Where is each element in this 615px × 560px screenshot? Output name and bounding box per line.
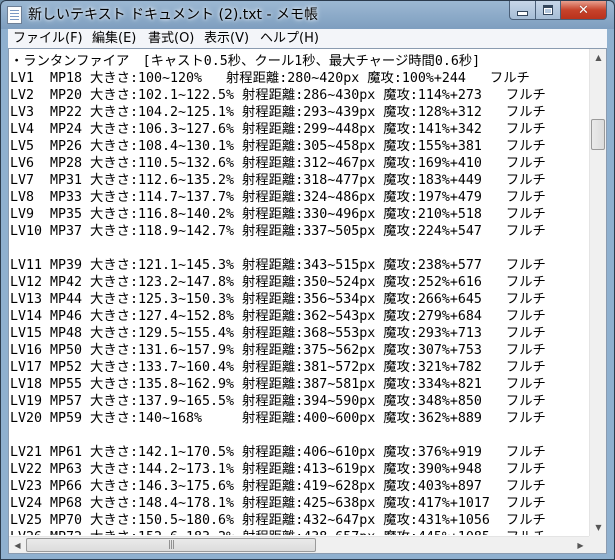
close-button[interactable]: ✕ [560,1,607,20]
menu-bar: ファイル(F) 編集(E) 書式(O) 表示(V) ヘルプ(H) [8,29,607,49]
maximize-icon [543,5,553,15]
text-line: LV14 MP46 大きさ:127.4~152.8% 射程距離:362~543p… [10,309,546,324]
scroll-left-arrow-icon[interactable]: ◀ [9,537,26,554]
text-line: LV22 MP63 大きさ:144.2~173.1% 射程距離:413~619p… [10,462,546,477]
text-line: LV18 MP55 大きさ:135.8~162.9% 射程距離:387~581p… [10,377,546,392]
text-line: ・ランタンファイア [キャスト0.5秒、クール1秒、最大チャージ時間0.6秒] [10,54,481,69]
scroll-right-arrow-icon[interactable]: ▶ [572,537,589,554]
minimize-button[interactable] [509,1,536,20]
text-line: LV23 MP66 大きさ:146.3~175.6% 射程距離:419~628p… [10,479,546,494]
notepad-icon[interactable] [7,6,22,24]
menu-edit[interactable]: 編集(E) [92,29,136,48]
window-title: 新しいテキスト ドキュメント (2).txt - メモ帳 [28,7,318,23]
text-line: LV1 MP18 大きさ:100~120% 射程距離:280~420px 魔攻:… [10,71,530,86]
text-line: LV8 MP33 大きさ:114.7~137.7% 射程距離:324~486px… [10,190,546,205]
text-line: LV6 MP28 大きさ:110.5~132.6% 射程距離:312~467px… [10,156,546,171]
vertical-scrollbar[interactable]: ▲ ▼ [589,49,606,536]
text-line: LV12 MP42 大きさ:123.2~147.8% 射程距離:350~524p… [10,275,546,290]
close-icon: ✕ [578,2,589,18]
horizontal-scroll-thumb[interactable]: ||| [26,538,316,552]
text-line: LV2 MP20 大きさ:102.1~122.5% 射程距離:286~430px… [10,88,546,103]
text-line: LV3 MP22 大きさ:104.2~125.1% 射程距離:293~439px… [10,105,546,120]
text-line: LV16 MP50 大きさ:131.6~157.9% 射程距離:375~562p… [10,343,546,358]
notepad-window: 新しいテキスト ドキュメント (2).txt - メモ帳 ✕ ファイル(F) 編… [0,0,615,560]
scroll-up-arrow-icon[interactable]: ▲ [590,49,607,66]
text-line: LV17 MP52 大きさ:133.7~160.4% 射程距離:381~572p… [10,360,546,375]
text-line: LV7 MP31 大きさ:112.6~135.2% 射程距離:318~477px… [10,173,546,188]
text-line: LV4 MP24 大きさ:106.3~127.6% 射程距離:299~448px… [10,122,546,137]
text-line: LV5 MP26 大きさ:108.4~130.1% 射程距離:305~458px… [10,139,546,154]
text-area[interactable]: ・ランタンファイア [キャスト0.5秒、クール1秒、最大チャージ時間0.6秒] L… [9,49,589,535]
text-line: LV10 MP37 大きさ:118.9~142.7% 射程距離:337~505p… [10,224,546,239]
text-line: LV26 MP72 大きさ:152.6~183.2% 射程距離:438~657p… [10,529,546,535]
scroll-down-arrow-icon[interactable]: ▼ [590,519,607,536]
menu-file[interactable]: ファイル(F) [13,29,83,48]
text-line: LV9 MP35 大きさ:116.8~140.2% 射程距離:330~496px… [10,207,546,222]
vertical-scroll-thumb[interactable] [591,119,605,150]
text-line: LV13 MP44 大きさ:125.3~150.3% 射程距離:356~534p… [10,292,546,307]
title-bar[interactable]: 新しいテキスト ドキュメント (2).txt - メモ帳 ✕ [1,1,614,29]
horizontal-scrollbar[interactable]: ◀ ||| ▶ [9,536,589,553]
text-line: LV20 MP59 大きさ:140~168% 射程距離:400~600px 魔攻… [10,411,546,426]
text-line: LV15 MP48 大きさ:129.5~155.4% 射程距離:368~553p… [10,326,546,341]
text-editor[interactable]: ・ランタンファイア [キャスト0.5秒、クール1秒、最大チャージ時間0.6秒] L… [8,48,607,554]
text-line: LV11 MP39 大きさ:121.1~145.3% 射程距離:343~515p… [10,258,546,273]
text-line: LV25 MP70 大きさ:150.5~180.6% 射程距離:432~647p… [10,513,546,528]
menu-format[interactable]: 書式(O) [148,29,194,48]
menu-help[interactable]: ヘルプ(H) [260,29,319,48]
menu-view[interactable]: 表示(V) [204,29,249,48]
scroll-grip-icon: ||| [167,540,175,550]
maximize-button[interactable] [535,1,561,20]
text-line: LV19 MP57 大きさ:137.9~165.5% 射程距離:394~590p… [10,394,546,409]
text-line: LV24 MP68 大きさ:148.4~178.1% 射程距離:425~638p… [10,496,546,511]
scrollbar-corner [589,536,606,553]
text-line: LV21 MP61 大きさ:142.1~170.5% 射程距離:406~610p… [10,445,546,460]
minimize-icon [517,10,528,16]
